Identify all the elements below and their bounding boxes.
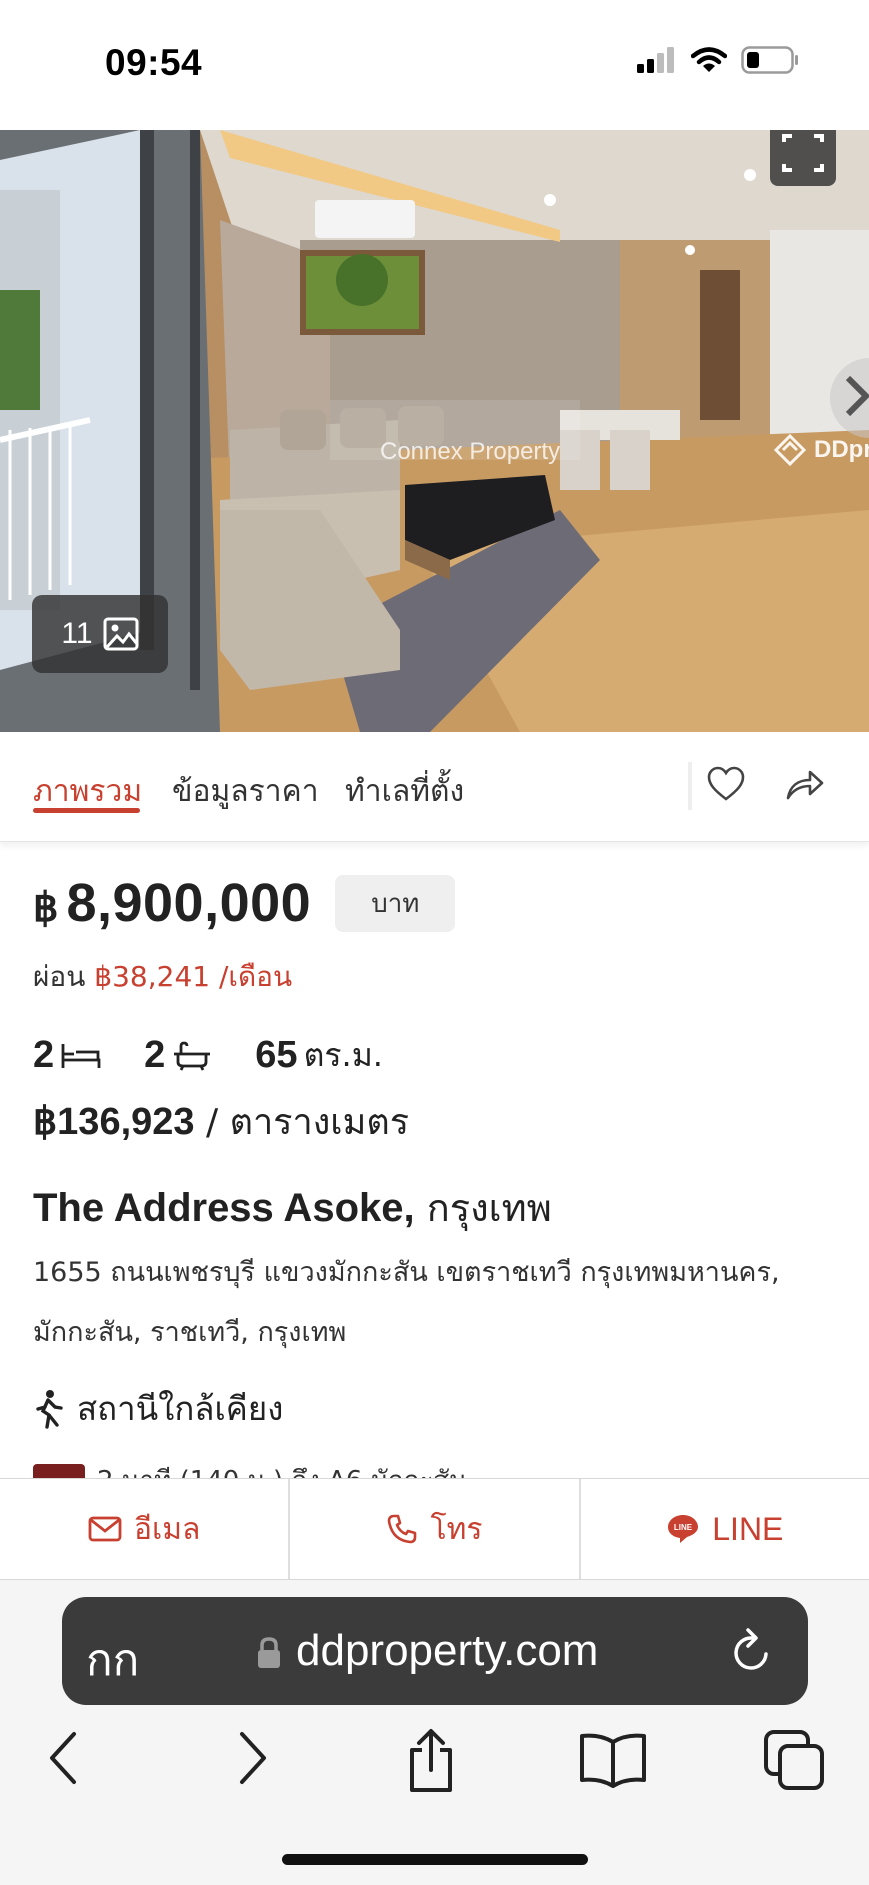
call-button[interactable]: โทร [290, 1479, 581, 1579]
status-time: 09:54 [105, 42, 203, 83]
currency-symbol: ฿ [33, 886, 59, 930]
share-sheet-icon[interactable] [404, 1728, 458, 1794]
mail-icon [88, 1516, 122, 1542]
line-button[interactable]: LINE LINE [581, 1479, 869, 1579]
fullscreen-button[interactable] [770, 130, 836, 186]
tabs-icon[interactable] [762, 1728, 826, 1792]
bathrooms-count: 2 [144, 1034, 166, 1076]
bath-icon [174, 1041, 211, 1071]
phone-icon [388, 1514, 417, 1544]
photo-count: 11 [61, 617, 93, 650]
photo-count-button[interactable]: 11 [32, 595, 168, 673]
installment-amount[interactable]: ฿38,241 /เดือน [94, 960, 292, 993]
price-row: ฿ 8,900,000 บาท [33, 872, 456, 934]
line-icon: LINE [668, 1515, 699, 1543]
text-size-button[interactable]: กก [86, 1625, 139, 1695]
image-icon [103, 617, 139, 651]
email-button[interactable]: อีเมล [0, 1479, 291, 1579]
heart-icon[interactable] [704, 762, 748, 806]
brand-watermark-text: DDpr [814, 436, 869, 463]
installment-prefix: ผ่อน [33, 960, 86, 993]
line-label: LINE [712, 1510, 784, 1547]
lock-icon [258, 1637, 280, 1668]
price-unit-badge: บาท [335, 874, 456, 932]
status-bar: 09:54 [0, 0, 869, 130]
address-line-2: มักกะสัน, ราชเทวี, กรุงเทพ [33, 1317, 347, 1348]
tab-divider [688, 762, 692, 810]
area-unit: ตร.ม. [303, 1036, 383, 1074]
call-label: โทร [430, 1511, 483, 1547]
active-tab-indicator [33, 808, 140, 813]
ddproperty-logo-icon [773, 433, 807, 467]
share-icon[interactable] [782, 762, 826, 806]
walk-icon [36, 1389, 63, 1429]
photo-watermark: Connex Property [380, 438, 561, 465]
bookmarks-icon[interactable] [578, 1728, 648, 1788]
listing-photo[interactable]: Connex Property DDpr 11 [0, 130, 869, 732]
tab-location[interactable]: ทำเลที่ตั้ง [345, 768, 464, 815]
project-title[interactable]: The Address Asoke, กรุงเทพ [33, 1177, 552, 1238]
price-per-sqm-value: ฿136,923 [33, 1101, 195, 1143]
bedrooms-count: 2 [33, 1034, 55, 1076]
contact-action-bar: อีเมล โทร LINE LINE [0, 1478, 869, 1580]
status-icons [637, 46, 799, 74]
home-indicator [282, 1854, 588, 1865]
forward-icon[interactable] [234, 1728, 270, 1788]
brand-watermark: DDpr [772, 432, 869, 468]
battery-icon [741, 46, 798, 74]
price-per-sqm-suffix: / ตารางเมตร [194, 1102, 410, 1143]
nearby-station-text: 2 นาที (140 ม.) ถึง A6 มักกะสัน [97, 1460, 467, 1480]
url-text[interactable]: ddproperty.com [296, 1626, 598, 1676]
wifi-icon [691, 47, 727, 72]
nearby-stations-heading: สถานีใกล้เคียง [33, 1382, 283, 1435]
address-line-1: 1655 ถนนเพชรบุรี แขวงมักกะสัน เขตราชเทวี… [33, 1257, 780, 1288]
bathrooms-spec: 2 [144, 1034, 213, 1077]
fullscreen-icon [782, 134, 824, 172]
back-icon[interactable] [46, 1728, 82, 1788]
project-city: กรุงเทพ [414, 1186, 552, 1230]
svg-text:LINE: LINE [674, 1523, 693, 1532]
bed-icon [61, 1043, 101, 1068]
project-address: 1655 ถนนเพชรบุรี แขวงมักกะสัน เขตราชเทวี… [33, 1243, 833, 1363]
listing-price: 8,900,000 [66, 873, 312, 933]
email-label: อีเมล [133, 1511, 201, 1547]
project-name: The Address Asoke, [33, 1186, 415, 1230]
tab-price-info[interactable]: ข้อมูลราคา [172, 768, 319, 815]
installment-info: ผ่อน ฿38,241 /เดือน [33, 955, 292, 999]
property-specs: 2 2 65 ตร.ม. [33, 1030, 425, 1081]
nearby-stations-title: สถานีใกล้เคียง [77, 1389, 284, 1428]
signal-icon [637, 47, 674, 73]
nearby-station-item: 2 นาที (140 ม.) ถึง A6 มักกะสัน [33, 1460, 467, 1480]
area-spec: 65 ตร.ม. [255, 1030, 383, 1081]
area-value: 65 [255, 1034, 298, 1076]
reload-icon[interactable] [728, 1626, 776, 1676]
bedrooms-spec: 2 [33, 1034, 102, 1077]
price-per-sqm: ฿136,923 / ตารางเมตร [33, 1093, 409, 1150]
listing-page: 09:54 Connex Property DDpr 11 ภาพรวม ข้อ… [0, 0, 869, 1885]
